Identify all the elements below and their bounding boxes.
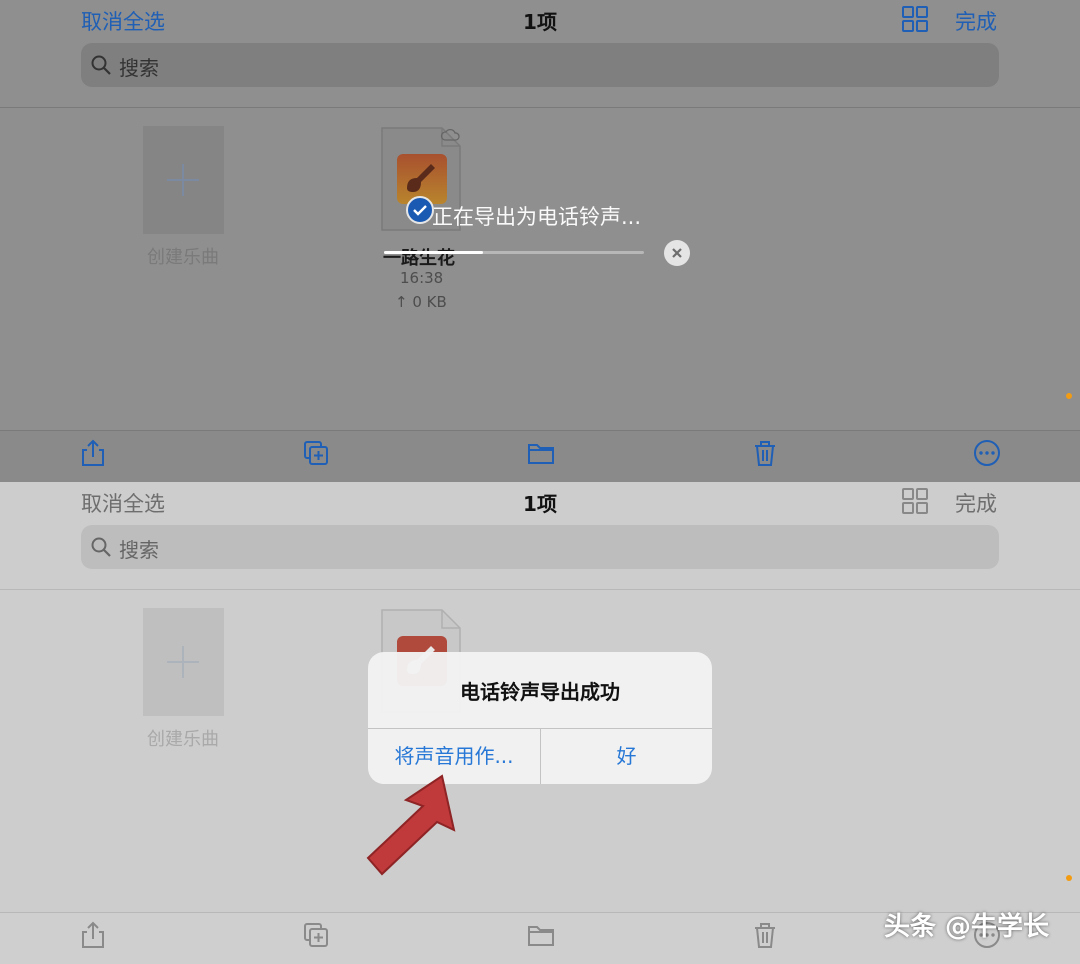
divider: [0, 107, 1080, 108]
share-icon[interactable]: [79, 439, 107, 467]
create-song-tile[interactable]: [143, 608, 224, 716]
more-icon[interactable]: [973, 439, 1001, 467]
selection-count-title: 1项: [523, 10, 557, 34]
done-button[interactable]: 完成: [955, 6, 997, 36]
files-panel-export-done: 取消全选 1项 完成 搜索 创建乐曲 电话铃声导出成功 将声音用作... 好 头…: [0, 482, 1080, 964]
search-icon: [91, 537, 111, 557]
share-icon[interactable]: [79, 921, 107, 949]
search-field[interactable]: 搜索: [81, 525, 999, 569]
deselect-all-button[interactable]: 取消全选: [81, 488, 165, 518]
export-progress-fill: [384, 251, 483, 254]
done-button[interactable]: 完成: [955, 488, 997, 518]
status-dot: [1066, 875, 1072, 881]
selected-check-icon[interactable]: [406, 196, 434, 224]
watermark: 头条 @牛学长: [884, 912, 1050, 942]
grid-icon[interactable]: [902, 6, 928, 32]
create-song-label: 创建乐曲: [147, 729, 219, 750]
create-song-tile[interactable]: [143, 126, 224, 234]
grid-icon[interactable]: [902, 488, 928, 514]
selection-count-title: 1项: [523, 492, 557, 516]
plus-icon: [167, 164, 199, 196]
alert-title: 电话铃声导出成功: [460, 680, 620, 704]
ok-button[interactable]: 好: [541, 728, 712, 784]
search-field[interactable]: 搜索: [81, 43, 999, 87]
search-placeholder: 搜索: [119, 56, 159, 80]
annotation-arrow-icon: [366, 774, 456, 876]
trash-icon[interactable]: [751, 439, 779, 467]
files-panel-exporting: 取消全选 1项 完成 搜索 创建乐曲 一路生花 16:38 ↑ 0 KB 正在导…: [0, 0, 1080, 482]
deselect-all-button[interactable]: 取消全选: [81, 6, 165, 36]
export-progress-track: [384, 251, 644, 254]
file-size: ↑ 0 KB: [395, 293, 447, 311]
folder-icon[interactable]: [527, 921, 555, 949]
duplicate-icon[interactable]: [302, 439, 330, 467]
trash-icon[interactable]: [751, 921, 779, 949]
folder-icon[interactable]: [527, 439, 555, 467]
bottom-toolbar: [0, 430, 1080, 482]
status-dot: [1066, 393, 1072, 399]
divider: [0, 589, 1080, 590]
cloud-icon: [440, 128, 460, 141]
search-icon: [91, 55, 111, 75]
file-name: 一路生花: [383, 248, 455, 269]
export-status-text: 正在导出为电话铃声...: [432, 205, 642, 229]
plus-icon: [167, 646, 199, 678]
search-placeholder: 搜索: [119, 538, 159, 562]
create-song-label: 创建乐曲: [147, 247, 219, 268]
file-time: 16:38: [400, 269, 444, 287]
close-icon[interactable]: [663, 239, 691, 267]
export-success-alert: 电话铃声导出成功 将声音用作... 好: [368, 652, 712, 784]
duplicate-icon[interactable]: [302, 921, 330, 949]
